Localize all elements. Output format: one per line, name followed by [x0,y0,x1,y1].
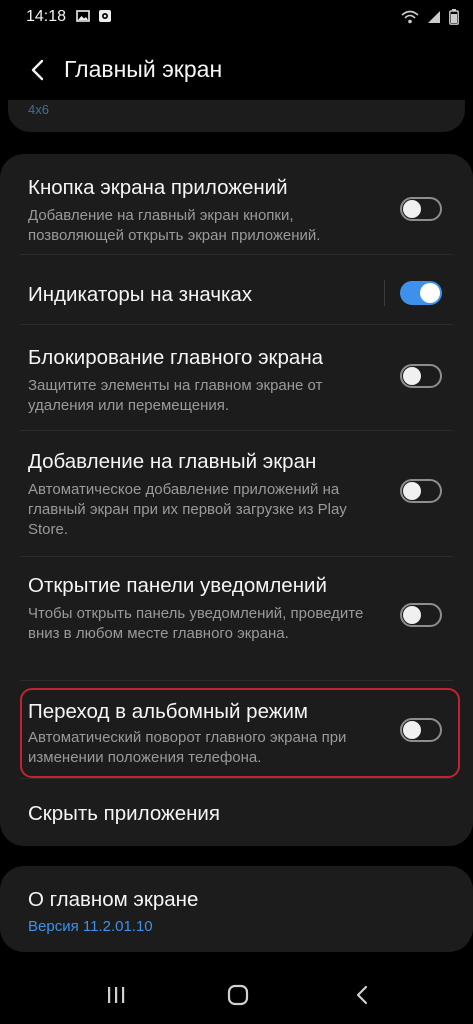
setting-description: Чтобы открыть панель уведомлений, провед… [28,605,364,642]
setting-title: Кнопка экрана приложений [28,176,288,199]
vertical-divider [384,280,385,306]
navigation-bar [0,964,473,1024]
home-icon [227,984,249,1006]
back-button[interactable] [20,52,56,88]
recents-button[interactable] [96,980,136,1010]
toggle-knob [403,482,421,500]
toggle-knob [403,200,421,218]
toggle-lock-layout[interactable] [400,364,442,388]
setting-row-apps-button[interactable]: Кнопка экрана приложений Добавление на г… [0,154,473,254]
toggle-knob [403,367,421,385]
toggle-apps-button[interactable] [400,197,442,221]
image-icon [76,10,90,22]
setting-description: Добавление на главный экран кнопки, позв… [28,207,321,244]
previous-card [8,100,465,132]
previous-card-peek: 4x6 [0,100,473,140]
grid-size-value: 4x6 [28,102,49,117]
setting-title: Добавление на главный экран [28,450,317,473]
toggle-badges[interactable] [400,281,442,305]
chevron-left-icon [31,59,44,81]
back-nav-button[interactable] [342,980,382,1010]
back-icon [356,985,368,1005]
setting-row-lock-layout[interactable]: Блокирование главного экрана Защитите эл… [0,324,473,430]
notification-app-icon [99,10,111,22]
setting-description: Защитите элементы на главном экране от у… [28,377,323,414]
setting-title: Скрыть приложения [28,802,220,825]
status-time: 14:18 [26,8,67,25]
toggle-knob [420,283,440,303]
recents-icon [108,987,125,1003]
version-label: Версия 11.2.01.10 [28,918,153,935]
toggle-notification-panel[interactable] [400,603,442,627]
setting-title: Блокирование главного экрана [28,346,324,369]
highlight-frame [20,688,460,778]
app-bar: Главный экран [0,40,473,100]
about-title: О главном экране [28,888,199,911]
setting-title: Индикаторы на значках [28,283,253,306]
wifi-icon [401,10,419,24]
setting-row-hide-apps[interactable]: Скрыть приложения [0,778,473,846]
toggle-knob [403,606,421,624]
about-card[interactable]: О главном экране Версия 11.2.01.10 [0,866,473,952]
home-button[interactable] [218,980,258,1010]
setting-row-notification-panel[interactable]: Открытие панели уведомлений Чтобы открыт… [0,556,473,680]
setting-row-add-to-home[interactable]: Добавление на главный экран Автоматическ… [0,430,473,556]
toggle-add-to-home[interactable] [400,479,442,503]
page-title: Главный экран [64,56,223,82]
setting-row-badges[interactable]: Индикаторы на значках [0,254,473,324]
setting-title: Открытие панели уведомлений [28,574,327,597]
battery-icon [449,9,459,25]
setting-description: Автоматическое добавление приложений на … [28,481,347,538]
signal-icon [428,11,440,23]
status-bar: 14:18 [0,0,473,36]
